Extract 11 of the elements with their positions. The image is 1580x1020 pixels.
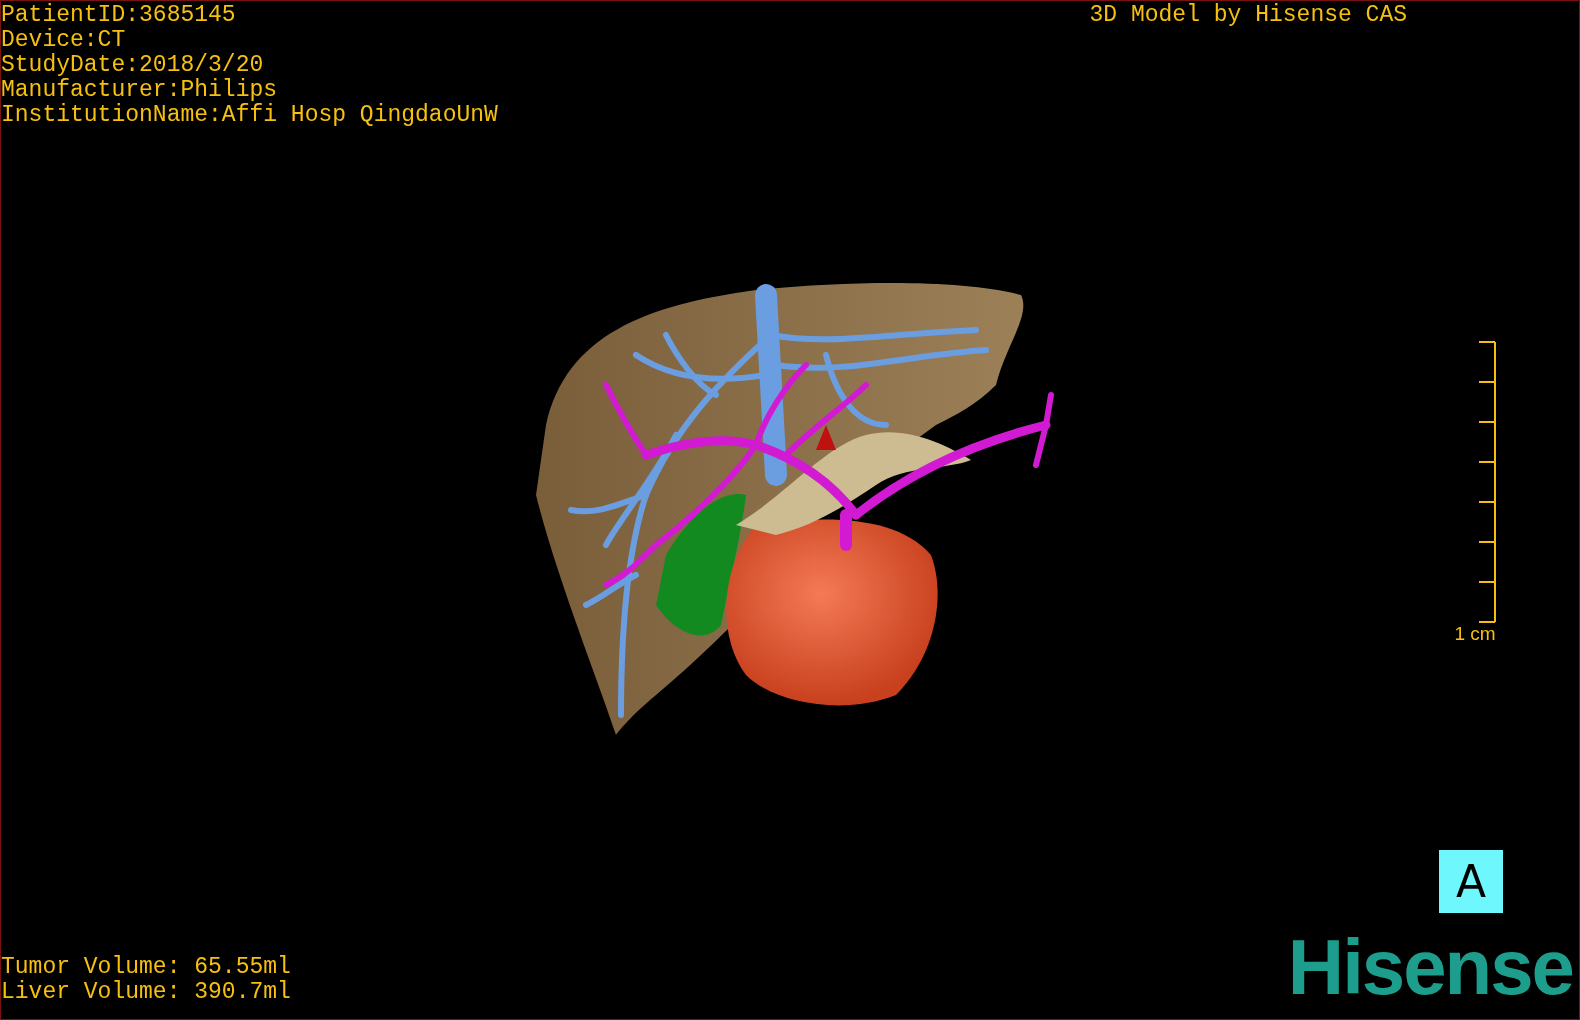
patient-info-text: InstitutionName:Affi Hosp QingdaoUnW	[1, 103, 498, 128]
patient-info-text: Device:CT	[1, 28, 127, 53]
patient-info-text: StudyDate:2018/3/20	[1, 53, 265, 78]
model-credit-text: 3D Model by Hisense CAS	[1089, 1, 1407, 28]
patient-info-text: PatientID:3685145	[1, 3, 237, 28]
patient-info-text: Manufacturer:Philips	[1, 78, 279, 103]
volume-text: Tumor Volume: 65.55ml	[1, 955, 291, 980]
scale-label: 1 cm	[1454, 622, 1496, 645]
orientation-marker: A	[1439, 850, 1503, 913]
volume-text: Liver Volume: 390.7ml	[1, 980, 291, 1005]
brand-logo: Hisense	[1287, 927, 1573, 1007]
